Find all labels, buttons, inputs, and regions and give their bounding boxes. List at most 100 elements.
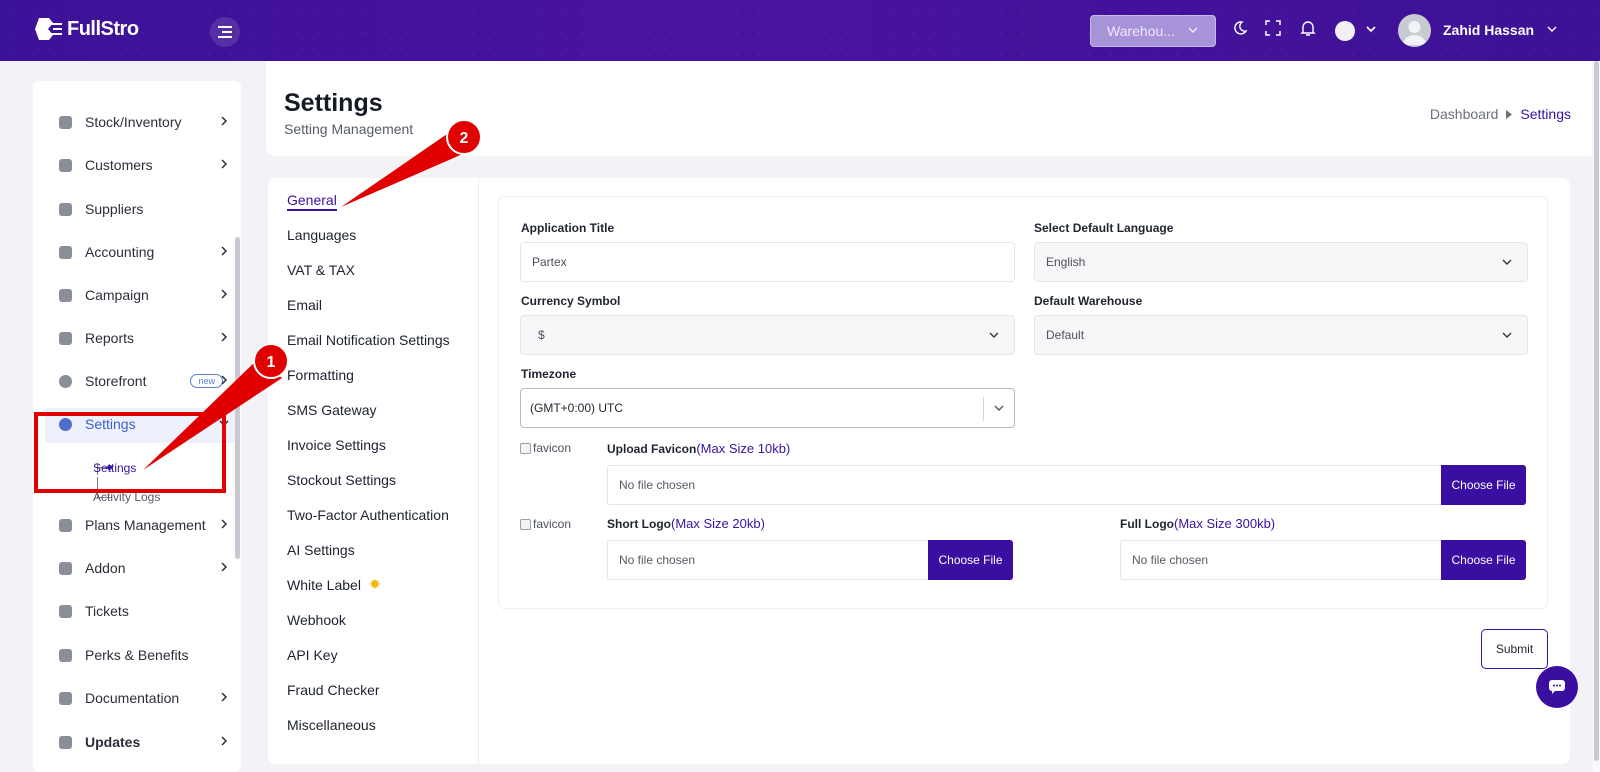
warehouse-select-value: Warehou... <box>1107 23 1175 39</box>
upload-favicon-label-text: Upload Favicon <box>607 442 697 456</box>
sidebar-item-campaign[interactable]: Campaign <box>59 285 229 305</box>
page-scrollbar[interactable] <box>1593 61 1600 772</box>
settings-nav-email[interactable]: Email <box>287 297 322 313</box>
full-logo-file-status: No file chosen <box>1132 553 1209 567</box>
settings-nav-ai-settings[interactable]: AI Settings <box>287 542 355 558</box>
annotation-highlight-box <box>34 412 226 493</box>
sidebar-item-customers[interactable]: Customers <box>59 155 229 175</box>
chevron-down-icon <box>1188 27 1198 34</box>
topbar-pattern <box>0 0 1600 61</box>
submit-button[interactable]: Submit <box>1481 629 1548 669</box>
page-scrollbar-thumb[interactable] <box>1594 61 1599 761</box>
favicon-file-status: No file chosen <box>619 478 696 492</box>
sidebar-item-documentation[interactable]: Documentation <box>59 688 229 708</box>
fullscreen-icon[interactable] <box>1265 20 1281 36</box>
flag-icon[interactable] <box>1335 21 1355 41</box>
sidebar-item-label: Reports <box>85 330 135 346</box>
users-icon <box>59 158 72 172</box>
default-warehouse-select[interactable]: Default <box>1034 315 1528 355</box>
chevron-down-icon[interactable] <box>1546 25 1558 35</box>
user-name[interactable]: Zahid Hassan <box>1443 22 1534 38</box>
doc-icon <box>59 691 72 705</box>
storefront-icon <box>59 374 72 388</box>
timezone-select[interactable]: (GMT+0:00) UTC <box>520 388 1015 428</box>
card-divider <box>478 178 479 764</box>
sidebar-item-perks-benefits[interactable]: Perks & Benefits <box>59 645 229 665</box>
page-title: Settings <box>284 89 383 117</box>
full-logo-label-text: Full Logo <box>1120 517 1174 531</box>
sidebar-item-tickets[interactable]: Tickets <box>59 601 229 621</box>
chevron-right-icon <box>221 519 228 529</box>
settings-nav-vat-tax[interactable]: VAT & TAX <box>287 262 355 278</box>
settings-nav-stockout-settings[interactable]: Stockout Settings <box>287 472 396 488</box>
chat-icon <box>1549 680 1565 694</box>
chevron-right-icon <box>221 116 228 126</box>
chat-widget-button[interactable] <box>1536 666 1578 708</box>
settings-nav-formatting[interactable]: Formatting <box>287 367 354 383</box>
sidebar-item-storefront[interactable]: Storefront new <box>59 371 229 391</box>
sidebar-item-stock-inventory[interactable]: Stock/Inventory <box>59 112 229 132</box>
sidebar-item-reports[interactable]: Reports <box>59 328 229 348</box>
updates-icon <box>59 735 72 749</box>
settings-nav-miscellaneous[interactable]: Miscellaneous <box>287 717 376 733</box>
warehouse-select[interactable]: Warehou... <box>1090 15 1216 47</box>
app-title-value: Partex <box>532 255 567 269</box>
app-title-input[interactable]: Partex <box>520 242 1015 282</box>
short-logo-choose-file-button[interactable]: Choose File <box>928 540 1013 580</box>
favicon-file-input[interactable]: No file chosen Choose File <box>607 465 1526 505</box>
select-separator <box>983 397 984 421</box>
addon-icon <box>59 561 72 575</box>
settings-nav-languages[interactable]: Languages <box>287 227 356 243</box>
currency-symbol-select[interactable]: $ <box>520 315 1015 355</box>
page-subtitle: Setting Management <box>284 121 414 137</box>
default-language-label: Select Default Language <box>1034 221 1174 235</box>
sidebar-item-label: Documentation <box>85 690 180 706</box>
favicon-preview: favicon <box>520 441 571 455</box>
campaign-icon <box>59 288 72 302</box>
chevron-right-icon <box>221 159 228 169</box>
upload-favicon-label: Upload Favicon(Max Size 10kb) <box>607 441 790 456</box>
accounting-icon <box>59 245 72 259</box>
chevron-down-icon[interactable] <box>1365 25 1377 35</box>
sidebar-item-accounting[interactable]: Accounting <box>59 242 229 262</box>
timezone-value: (GMT+0:00) UTC <box>530 401 624 415</box>
breadcrumb-settings: Settings <box>1520 106 1571 122</box>
broken-image-icon <box>520 442 531 454</box>
short-logo-preview: favicon <box>520 517 571 531</box>
favicon-choose-file-button[interactable]: Choose File <box>1441 465 1526 505</box>
sidebar-item-label: Suppliers <box>85 201 144 217</box>
settings-nav-api-key[interactable]: API Key <box>287 647 338 663</box>
plans-icon <box>59 518 72 532</box>
breadcrumb-dashboard[interactable]: Dashboard <box>1430 106 1499 122</box>
moon-icon[interactable] <box>1232 20 1248 36</box>
sidebar-item-label: Campaign <box>85 287 149 303</box>
default-warehouse-value: Default <box>1046 328 1085 342</box>
sidebar-item-suppliers[interactable]: Suppliers <box>59 199 229 219</box>
settings-nav-invoice-settings[interactable]: Invoice Settings <box>287 437 386 453</box>
bell-icon[interactable] <box>1300 20 1316 37</box>
chevron-down-icon <box>1502 332 1512 338</box>
full-logo-choose-file-button[interactable]: Choose File <box>1441 540 1526 580</box>
avatar[interactable] <box>1398 14 1431 47</box>
sidebar-item-label: Accounting <box>85 244 155 260</box>
settings-nav-two-factor-authentication[interactable]: Two-Factor Authentication <box>287 507 449 523</box>
default-language-select[interactable]: English <box>1034 242 1528 282</box>
settings-nav-general[interactable]: General <box>287 192 337 211</box>
short-logo-label-text: Short Logo <box>607 517 671 531</box>
sidebar-item-addon[interactable]: Addon <box>59 558 229 578</box>
sidebar-item-plans-management[interactable]: Plans Management <box>59 515 229 535</box>
full-logo-file-input[interactable]: No file chosen Choose File <box>1120 540 1526 580</box>
chevron-right-icon <box>221 736 228 746</box>
menu-icon <box>218 26 232 38</box>
brand-logo[interactable]: FullStro <box>33 16 139 42</box>
settings-nav-white-label[interactable]: White Label <box>287 577 361 593</box>
settings-nav-fraud-checker[interactable]: Fraud Checker <box>287 682 380 698</box>
settings-nav-email-notification-settings[interactable]: Email Notification Settings <box>287 332 450 348</box>
sidebar-scrollbar[interactable] <box>235 237 240 559</box>
short-logo-file-input[interactable]: No file chosen Choose File <box>607 540 1013 580</box>
sidebar-toggle-button[interactable] <box>210 17 240 47</box>
sidebar-item-updates[interactable]: Updates <box>59 732 229 752</box>
chevron-down-icon <box>989 332 999 338</box>
settings-nav-sms-gateway[interactable]: SMS Gateway <box>287 402 376 418</box>
settings-nav-webhook[interactable]: Webhook <box>287 612 346 628</box>
